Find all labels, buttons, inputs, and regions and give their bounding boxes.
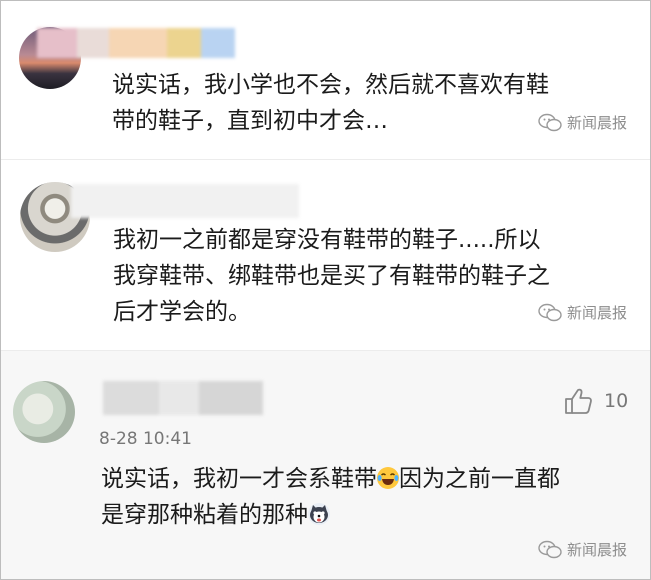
comment-feed: 说实话，我小学也不会，然后就不喜欢有鞋 带的鞋子，直到初中才会… 新闻晨报 我初… [0,0,651,580]
wechat-logo-icon [538,113,562,131]
username-blurred[interactable] [103,381,263,415]
thumbs-up-icon [565,388,592,414]
watermark-text: 新闻晨报 [567,114,628,132]
like-button[interactable]: 10 [564,387,628,415]
comment-text-line: 后才学会的。 [113,299,251,325]
comment-text-segment: 因为之前一直都 [399,466,560,492]
username-blurred[interactable] [71,184,299,218]
comment-card: 我初一之前都是穿没有鞋带的鞋子.....所以 我穿鞋带、绑鞋带也是买了有鞋带的鞋… [1,160,650,351]
watermark-text: 新闻晨报 [567,541,628,559]
comment-text-line: 我穿鞋带、绑鞋带也是买了有鞋带的鞋子之 [113,263,550,289]
comment-text: 我初一之前都是穿没有鞋带的鞋子.....所以 我穿鞋带、绑鞋带也是买了有鞋带的鞋… [113,222,550,330]
comment-text-segment: 是穿那种粘着的那种 [101,502,308,528]
comment-text: 说实话，我小学也不会，然后就不喜欢有鞋 带的鞋子，直到初中才会… [112,67,549,139]
comment-card: 10 8-28 10:41 说实话，我初一才会系鞋带 因为之前一直都 是穿那种粘… [1,351,650,579]
username-blurred[interactable] [37,28,235,58]
husky-dog-emoji [308,503,330,525]
comment-text-line: 说实话，我初一才会系鞋带 因为之前一直都 [101,461,560,497]
watermark: 新闻晨报 [538,112,627,133]
watermark-text: 新闻晨报 [567,304,628,322]
comment-timestamp: 8-28 10:41 [99,429,192,449]
laughing-tears-emoji [377,467,399,489]
like-count: 10 [604,390,629,412]
watermark: 新闻晨报 [538,302,627,323]
comment-text-segment: 说实话，我初一才会系鞋带 [101,466,377,492]
comment-text: 说实话，我初一才会系鞋带 因为之前一直都 是穿那种粘着的那种 [101,461,560,533]
wechat-logo-icon [538,540,562,558]
wechat-logo-icon [538,303,562,321]
watermark: 新闻晨报 [538,539,627,560]
comment-card: 说实话，我小学也不会，然后就不喜欢有鞋 带的鞋子，直到初中才会… 新闻晨报 [1,1,650,160]
comment-text-line: 带的鞋子，直到初中才会… [112,108,388,134]
user-avatar[interactable] [13,381,75,443]
comment-text-line: 我初一之前都是穿没有鞋带的鞋子.....所以 [113,227,541,253]
comment-text-line: 是穿那种粘着的那种 [101,497,560,533]
comment-text-line: 说实话，我小学也不会，然后就不喜欢有鞋 [112,72,549,98]
